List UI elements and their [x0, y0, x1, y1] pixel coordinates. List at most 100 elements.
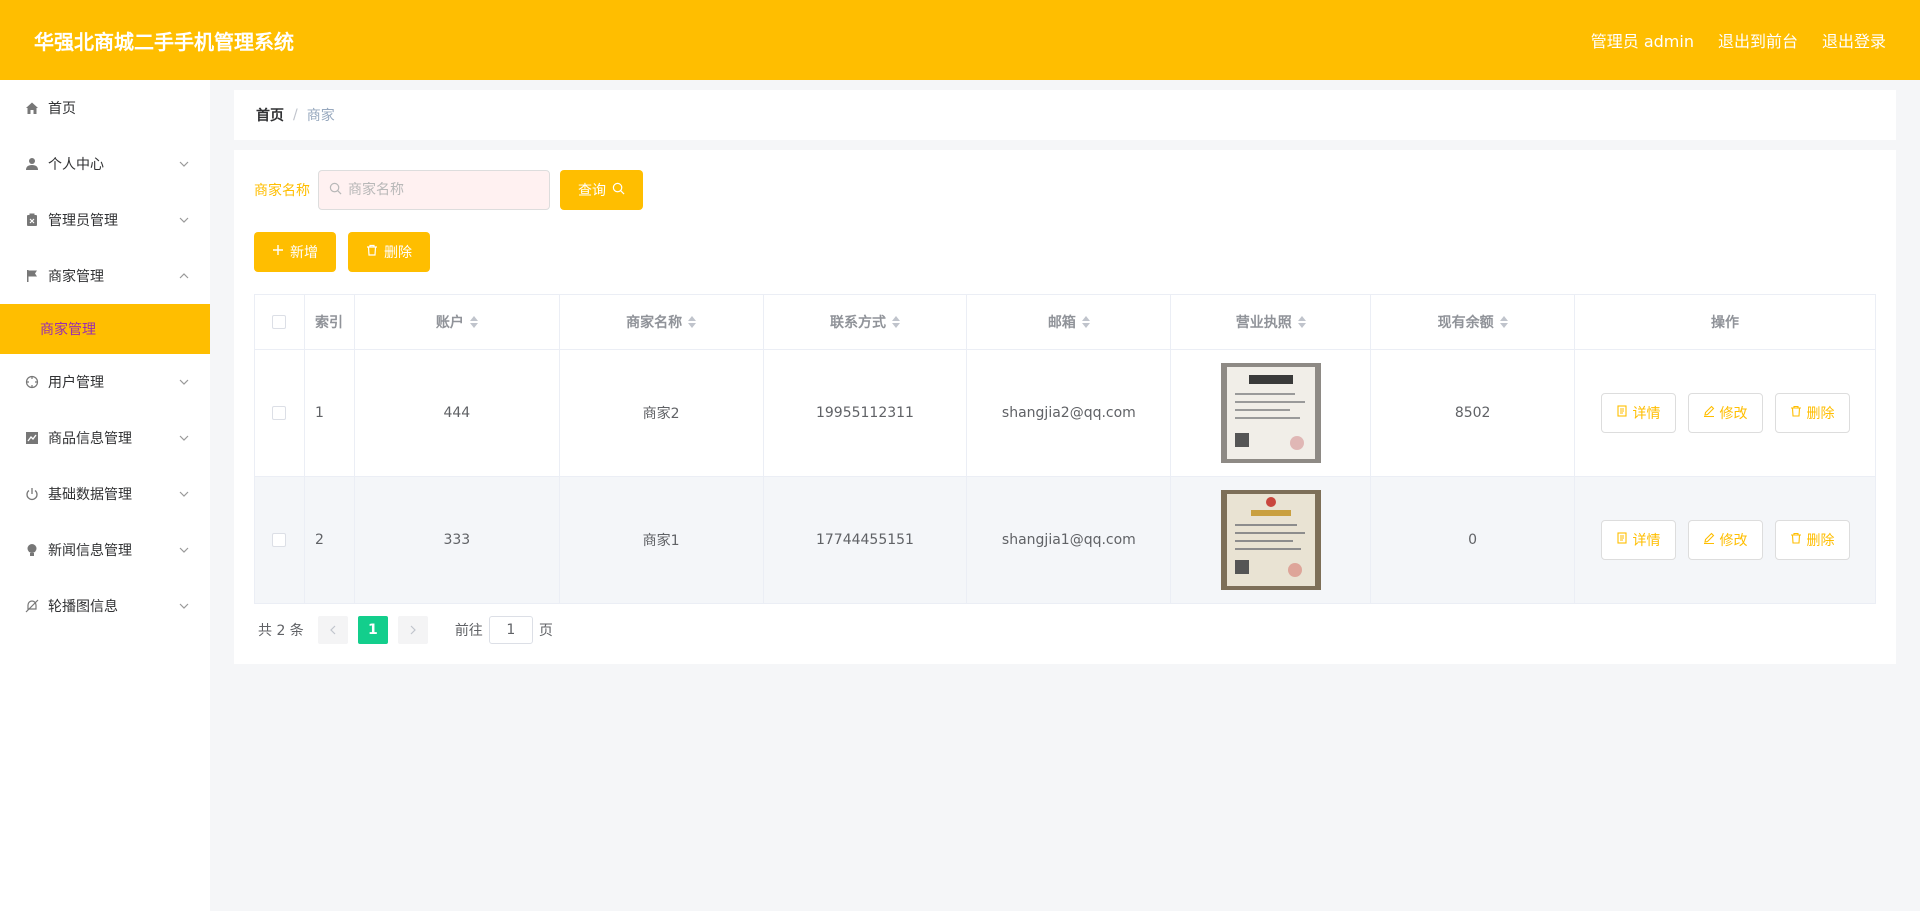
chevron-down-icon: [178, 432, 190, 444]
cell-phone: 17744455151: [762, 476, 968, 604]
column-header-account[interactable]: 账户: [353, 294, 560, 350]
cell-name: 商家2: [558, 349, 764, 477]
edit-icon: [1703, 532, 1715, 548]
delete-button[interactable]: 删除: [1774, 520, 1850, 560]
column-header-label: 邮箱: [1047, 315, 1076, 331]
edit-label: 修改: [1719, 406, 1748, 422]
detail-button[interactable]: 详情: [1600, 393, 1676, 433]
cell-license: [1170, 349, 1372, 477]
cell-email: shangjia1@qq.com: [966, 476, 1172, 604]
sidebar-item-merchant-management[interactable]: 商家管理: [0, 248, 210, 304]
chevron-down-icon: [178, 376, 190, 388]
cell-email: shangjia2@qq.com: [966, 349, 1172, 477]
back-to-front-link[interactable]: 退出到前台: [1718, 28, 1798, 52]
clipboard-icon: [24, 212, 40, 228]
column-header-balance[interactable]: 现有余额: [1370, 294, 1576, 350]
sidebar-item-product-management[interactable]: 商品信息管理: [0, 410, 210, 466]
sidebar-item-home[interactable]: 首页: [0, 80, 210, 136]
search-icon: [329, 182, 342, 199]
sort-icon[interactable]: [469, 316, 478, 328]
column-header-label: 营业执照: [1235, 315, 1292, 331]
column-header-name[interactable]: 商家名称: [558, 294, 764, 350]
cell-balance: 8502: [1370, 349, 1576, 477]
admin-user-label[interactable]: 管理员 admin: [1591, 28, 1694, 52]
sort-icon[interactable]: [1081, 316, 1090, 328]
table-row: 2 333 商家1 17744455151 shangjia1@qq.com 0…: [254, 476, 1876, 604]
prev-page-button[interactable]: [317, 616, 348, 644]
chart-icon: [24, 430, 40, 446]
total-count: 共 2 条: [258, 623, 304, 639]
sidebar-item-label: 基础数据管理: [48, 487, 132, 503]
page-jump-input[interactable]: [488, 616, 533, 644]
business-license-image[interactable]: [1220, 490, 1321, 590]
sidebar-item-label: 管理员管理: [48, 213, 118, 229]
sidebar-item-user-management[interactable]: 用户管理: [0, 354, 210, 410]
sort-icon[interactable]: [1297, 316, 1306, 328]
add-button[interactable]: 新增: [254, 232, 336, 272]
sidebar-subitem-merchant-management[interactable]: 商家管理: [0, 304, 210, 354]
batch-delete-button[interactable]: 删除: [348, 232, 430, 272]
page-number-current[interactable]: 1: [357, 616, 388, 644]
search-input[interactable]: [348, 182, 538, 198]
sidebar-item-admin-management[interactable]: 管理员管理: [0, 192, 210, 248]
sidebar-item-basic-data-management[interactable]: 基础数据管理: [0, 466, 210, 522]
sort-icon[interactable]: [688, 316, 697, 328]
sort-icon[interactable]: [891, 316, 900, 328]
delete-button[interactable]: 删除: [1774, 393, 1850, 433]
column-header-phone[interactable]: 联系方式: [762, 294, 968, 350]
column-header-email[interactable]: 邮箱: [966, 294, 1172, 350]
column-header-label: 联系方式: [829, 315, 886, 331]
search-field[interactable]: [318, 170, 550, 210]
business-license-image[interactable]: [1220, 363, 1321, 463]
column-header-actions: 操作: [1574, 294, 1876, 350]
bulb-icon: [24, 542, 40, 558]
chevron-right-icon: [410, 625, 416, 635]
column-header-license[interactable]: 营业执照: [1170, 294, 1372, 350]
chevron-down-icon: [178, 488, 190, 500]
flag-icon: [24, 268, 40, 284]
next-page-button[interactable]: [397, 616, 428, 644]
crosshair-icon: [24, 374, 40, 390]
chevron-left-icon: [329, 625, 336, 635]
sidebar-item-carousel-info[interactable]: 轮播图信息: [0, 578, 210, 634]
select-all-checkbox[interactable]: [272, 315, 287, 329]
edit-icon: [1703, 405, 1715, 421]
cell-actions: 详情 修改 删除: [1574, 476, 1876, 604]
search-button-label: 查询: [578, 183, 606, 199]
sidebar-item-label: 新闻信息管理: [48, 543, 132, 559]
row-checkbox[interactable]: [272, 406, 287, 420]
table-row: 1 444 商家2 19955112311 shangjia2@qq.com 8…: [254, 349, 1876, 477]
app-title: 华强北商城二手手机管理系统: [34, 29, 294, 54]
edit-button[interactable]: 修改: [1687, 393, 1763, 433]
chevron-down-icon: [178, 214, 190, 226]
document-icon: [1616, 532, 1628, 548]
logout-link[interactable]: 退出登录: [1822, 28, 1886, 52]
edit-button[interactable]: 修改: [1687, 520, 1763, 560]
cell-license: [1170, 476, 1372, 604]
sidebar-item-news-management[interactable]: 新闻信息管理: [0, 522, 210, 578]
bell-off-icon: [24, 598, 40, 614]
top-header: 华强北商城二手手机管理系统 管理员 admin 退出到前台 退出登录: [0, 0, 1920, 80]
column-header-label: 现有余额: [1437, 315, 1494, 331]
pagination: 共 2 条 1 前往 页: [258, 616, 553, 644]
user-icon: [24, 156, 40, 172]
sidebar-item-label: 首页: [48, 101, 76, 117]
main-content: 商家名称 查询 新增 删除: [234, 150, 1896, 664]
delete-label: 删除: [1806, 533, 1835, 549]
search-button[interactable]: 查询: [560, 170, 643, 210]
sidebar-item-personal-center[interactable]: 个人中心: [0, 136, 210, 192]
row-select-cell: [254, 349, 305, 477]
sort-icon[interactable]: [1499, 316, 1508, 328]
cell-index: 2: [303, 476, 355, 604]
chevron-down-icon: [178, 600, 190, 612]
column-header-label: 账户: [435, 315, 464, 331]
detail-button[interactable]: 详情: [1600, 520, 1676, 560]
sidebar-item-label: 轮播图信息: [48, 599, 118, 615]
row-checkbox[interactable]: [272, 533, 287, 547]
detail-label: 详情: [1632, 533, 1661, 549]
breadcrumb-home[interactable]: 首页: [256, 105, 284, 125]
cell-account: 333: [353, 476, 560, 604]
breadcrumb: 首页 / 商家: [234, 90, 1896, 140]
page-unit-label: 页: [538, 623, 553, 639]
power-icon: [24, 486, 40, 502]
